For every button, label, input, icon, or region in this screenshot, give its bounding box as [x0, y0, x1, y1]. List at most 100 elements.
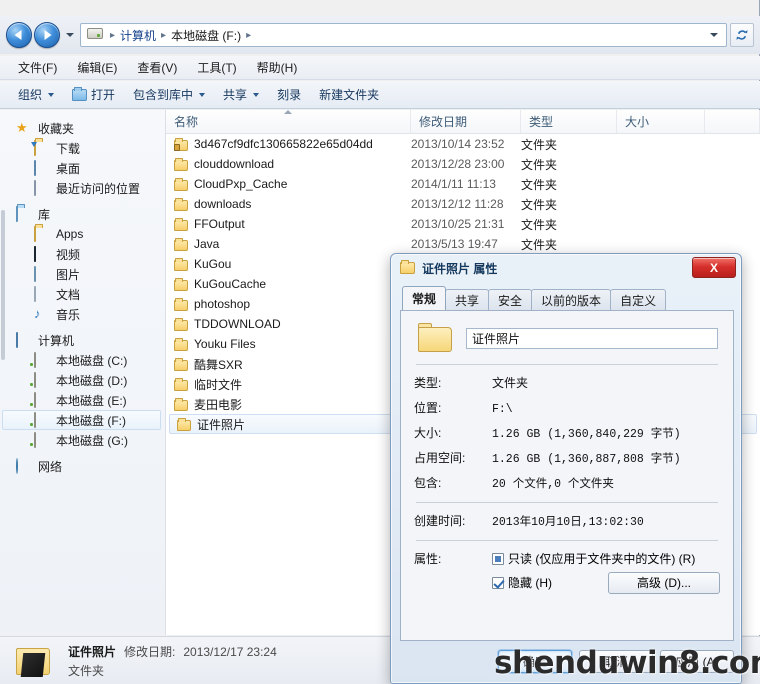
- status-modified-label: 修改日期:: [124, 644, 176, 659]
- property-type: 类型: 文件夹: [414, 374, 720, 391]
- table-row[interactable]: FFOutput 2013/10/25 21:31 文件夹: [166, 214, 760, 234]
- breadcrumb-separator: ▸: [161, 29, 167, 41]
- file-name: 证件照片: [197, 417, 246, 432]
- sidebar-item-disk-e[interactable]: 本地磁盘 (E:): [0, 390, 165, 410]
- column-header-date-label: 修改日期: [419, 115, 468, 129]
- menu-file[interactable]: 文件(F): [8, 57, 67, 78]
- locked-folder-icon: [174, 137, 188, 151]
- chevron-down-icon: [66, 33, 74, 37]
- sidebar-item-disk-c[interactable]: 本地磁盘 (C:): [0, 350, 165, 370]
- property-size: 大小: 1.26 GB (1,360,840,229 字节): [414, 424, 720, 441]
- sidebar-item-label: 收藏夹: [38, 121, 75, 136]
- column-header-size[interactable]: 大小: [617, 110, 705, 133]
- folder-icon: [174, 317, 188, 331]
- readonly-checkbox-row[interactable]: 只读 (仅应用于文件夹中的文件) (R): [492, 550, 720, 567]
- breadcrumb-separator: ▸: [110, 29, 116, 41]
- toolbar-burn-label: 刻录: [277, 88, 302, 102]
- column-header-date[interactable]: 修改日期: [411, 110, 521, 133]
- toolbar-include-in-library[interactable]: 包含到库中: [125, 83, 213, 106]
- table-row[interactable]: downloads 2013/12/12 11:28 文件夹: [166, 194, 760, 214]
- sidebar-item-label: 计算机: [38, 333, 75, 348]
- sidebar-item-music[interactable]: ♪ 音乐: [0, 304, 165, 324]
- file-name-cell: CloudPxp_Cache: [166, 177, 411, 191]
- ok-button[interactable]: 确定: [498, 650, 572, 673]
- folder-preview-icon: [14, 643, 56, 679]
- toolbar-open[interactable]: 打开: [64, 83, 123, 106]
- properties-dialog: 证件照片 属性 X 常规 共享 安全 以前的版本 自定义 证件照片 类型: 文件…: [390, 253, 742, 684]
- properties-table: 类型: 文件夹 位置: F:\ 大小: 1.26 GB (1,360,840,2…: [414, 374, 720, 491]
- folder-open-icon: [72, 86, 88, 101]
- history-dropdown-icon[interactable]: [62, 22, 78, 48]
- sidebar-item-documents[interactable]: 文档: [0, 284, 165, 304]
- sidebar-item-network[interactable]: 网络: [0, 456, 165, 476]
- folder-icon: [174, 157, 188, 171]
- sidebar-item-downloads[interactable]: 下载: [0, 138, 165, 158]
- sidebar-item-apps[interactable]: Apps: [0, 224, 165, 244]
- table-row[interactable]: Java 2013/5/13 19:47 文件夹: [166, 234, 760, 254]
- readonly-checkbox[interactable]: [492, 552, 504, 565]
- column-header-name[interactable]: 名称: [166, 110, 411, 133]
- hidden-checkbox[interactable]: [492, 576, 504, 589]
- file-name: KuGouCache: [194, 277, 267, 291]
- toolbar-burn[interactable]: 刻录: [269, 83, 309, 106]
- sidebar-item-pictures[interactable]: 图片: [0, 264, 165, 284]
- hidden-checkbox-row[interactable]: 隐藏 (H) 高级 (D)...: [492, 571, 720, 594]
- refresh-icon[interactable]: [730, 23, 754, 47]
- tab-previous-versions[interactable]: 以前的版本: [531, 289, 612, 310]
- sidebar-item-desktop[interactable]: 桌面: [0, 158, 165, 178]
- dialog-title-bar[interactable]: 证件照片 属性 X: [391, 254, 741, 282]
- tab-general[interactable]: 常规: [402, 286, 447, 310]
- menu-tools[interactable]: 工具(T): [187, 57, 246, 78]
- toolbar: 组织 打开 包含到库中 共享 刻录 新建文件夹: [0, 81, 760, 109]
- table-row[interactable]: 3d467cf9dfc130665822e65d04dd 2013/10/14 2…: [166, 134, 760, 154]
- sidebar-item-favorites[interactable]: ★ 收藏夹: [0, 118, 165, 138]
- sidebar-scrollbar[interactable]: [0, 110, 6, 635]
- breadcrumb-computer[interactable]: 计算机: [117, 27, 159, 44]
- tab-security[interactable]: 安全: [488, 289, 533, 310]
- apply-button[interactable]: 应用 (A): [660, 650, 734, 673]
- file-name: Youku Files: [194, 337, 256, 351]
- sidebar-item-libraries[interactable]: 库: [0, 204, 165, 224]
- address-input[interactable]: ▸ 计算机 ▸ 本地磁盘 (F:) ▸: [80, 23, 727, 47]
- address-dropdown-icon[interactable]: [704, 33, 724, 37]
- folder-icon: [174, 377, 188, 391]
- table-row[interactable]: CloudPxp_Cache 2014/1/11 11:13 文件夹: [166, 174, 760, 194]
- property-key: 占用空间:: [414, 451, 466, 465]
- menu-view[interactable]: 查看(V): [127, 57, 187, 78]
- forward-arrow-icon[interactable]: [34, 22, 60, 48]
- sidebar-item-recent-places[interactable]: 最近访问的位置: [0, 178, 165, 198]
- tab-customize[interactable]: 自定义: [610, 289, 667, 310]
- toolbar-new-folder[interactable]: 新建文件夹: [311, 83, 387, 106]
- back-arrow-icon[interactable]: [6, 22, 32, 48]
- sidebar-item-videos[interactable]: 视频: [0, 244, 165, 264]
- readonly-label: 只读 (仅应用于文件夹中的文件) (R): [508, 552, 696, 566]
- folder-name-input[interactable]: 证件照片: [466, 327, 718, 349]
- cancel-button[interactable]: 取消: [579, 650, 653, 673]
- disk-icon: [34, 432, 50, 448]
- table-row[interactable]: clouddownload 2013/12/28 23:00 文件夹: [166, 154, 760, 174]
- library-icon: [16, 206, 32, 222]
- property-key: 类型:: [414, 376, 442, 390]
- sidebar-item-label: 图片: [56, 267, 81, 282]
- music-icon: ♪: [34, 306, 41, 321]
- sidebar-item-disk-d[interactable]: 本地磁盘 (D:): [0, 370, 165, 390]
- sidebar-item-computer[interactable]: 计算机: [0, 330, 165, 350]
- tab-sharing[interactable]: 共享: [445, 289, 490, 310]
- sidebar-item-label: 最近访问的位置: [56, 181, 141, 196]
- sidebar-group-computer: 计算机 本地磁盘 (C:) 本地磁盘 (D:) 本地磁盘 (E:) 本地磁盘 (…: [0, 330, 165, 450]
- sidebar-item-disk-g[interactable]: 本地磁盘 (G:): [0, 430, 165, 450]
- disk-icon: [34, 392, 50, 408]
- toolbar-organize[interactable]: 组织: [10, 83, 62, 106]
- toolbar-share[interactable]: 共享: [215, 83, 267, 106]
- sidebar-item-disk-f[interactable]: 本地磁盘 (F:): [2, 410, 161, 430]
- star-icon: ★: [16, 120, 28, 135]
- breadcrumb-drive-f[interactable]: 本地磁盘 (F:): [168, 27, 244, 44]
- menu-help[interactable]: 帮助(H): [247, 57, 308, 78]
- disk-icon: [34, 372, 50, 388]
- menu-bar: 文件(F) 编辑(E) 查看(V) 工具(T) 帮助(H): [0, 56, 760, 80]
- menu-edit[interactable]: 编辑(E): [67, 57, 127, 78]
- close-icon[interactable]: X: [692, 257, 736, 278]
- advanced-button[interactable]: 高级 (D)...: [608, 571, 720, 594]
- column-header-type[interactable]: 类型: [521, 110, 617, 133]
- folder-icon: [174, 237, 188, 251]
